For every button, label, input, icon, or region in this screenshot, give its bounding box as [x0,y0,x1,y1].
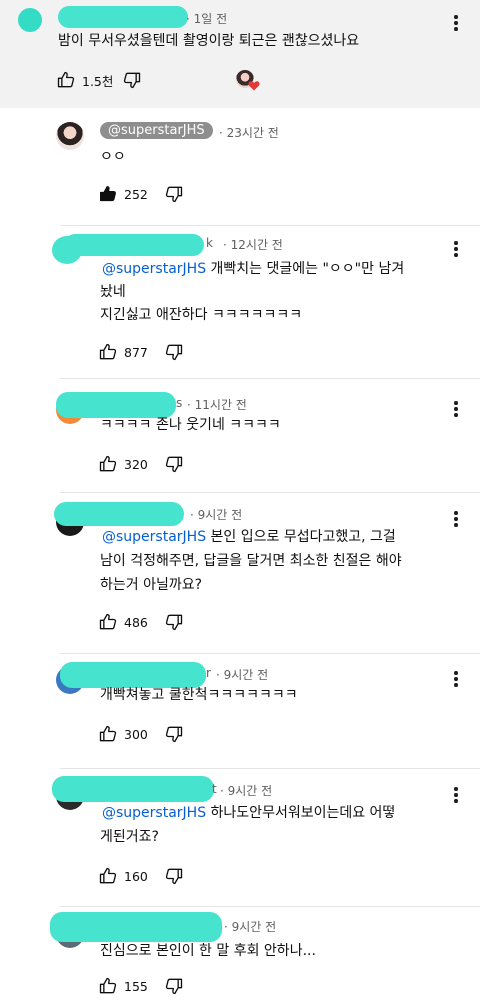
reply-text-line: @superstarJHS 본인 입으로 무섭다고했고, 그걸 [102,529,396,545]
like-count: 155 [124,978,148,994]
like-count: 486 [124,614,148,630]
reply-item: s · 11시간 전 ㅋㅋㅋㅋ 존나 웃기네 ㅋㅋㅋㅋ 320 [0,384,480,484]
username-fragment: s [176,396,183,410]
like-button[interactable]: 877 [98,342,148,362]
dislike-button[interactable] [164,866,184,886]
redacted-username [50,912,222,942]
divider [60,768,480,769]
reply-text-line: 남이 걱정해주면, 답글을 달거면 최소한 친절은 해야 [100,553,402,569]
redacted-username [58,6,188,28]
like-count: 877 [124,344,148,360]
comment-time: · 1일 전 [186,12,228,26]
reply-text: 개빡쳐놓고 쿨한척ㅋㅋㅋㅋㅋㅋㅋ [100,687,298,703]
thumbs-down-icon [122,70,142,90]
thumbs-down-icon [164,342,184,362]
reply-text: ㅇㅇ [100,149,126,165]
like-button[interactable]: 320 [98,454,148,474]
thumbs-up-icon [98,342,118,362]
divider [60,492,480,493]
dislike-button[interactable] [164,342,184,362]
reply-time: · 9시간 전 [220,784,273,798]
like-button[interactable]: 160 [98,866,148,886]
username-fragment: t [212,782,217,796]
comment-text: 밤이 무서우셨을텐데 촬영이랑 퇴근은 괜찮으셨나요 [58,33,360,49]
more-options-icon[interactable] [448,786,464,804]
avatar[interactable] [18,8,42,32]
like-button[interactable]: 155 [98,976,148,996]
reply-text-line: @superstarJHS 개빡치는 댓글에는 "ㅇㅇ"만 남겨 [102,261,405,277]
divider [60,906,480,907]
dislike-button[interactable] [164,976,184,996]
like-count: 320 [124,456,148,472]
reply-item: r · 9시간 전 개빡쳐놓고 쿨한척ㅋㅋㅋㅋㅋㅋㅋ 300 [0,656,480,766]
reply-time: · 12시간 전 [223,238,283,252]
thumbs-down-icon [164,612,184,632]
thumbs-up-icon [98,976,118,996]
creator-avatar[interactable] [56,122,84,150]
username-fragment: k [206,236,213,250]
redacted-username [52,776,214,802]
like-button[interactable]: 252 [98,184,148,204]
mention-link[interactable]: @superstarJHS [102,529,206,545]
thumbs-down-icon [164,866,184,886]
creator-heart-badge [236,70,260,92]
dislike-button[interactable] [122,70,142,90]
like-count: 160 [124,868,148,884]
mention-link[interactable]: @superstarJHS [102,261,206,277]
more-options-icon[interactable] [448,510,464,528]
thumbs-up-icon [98,724,118,744]
more-options-icon[interactable] [448,240,464,258]
dislike-button[interactable] [164,612,184,632]
like-button[interactable]: 1.5천 [56,70,113,90]
reply-text: ㅋㅋㅋㅋ 존나 웃기네 ㅋㅋㅋㅋ [100,417,281,433]
top-comment: · 1일 전 밤이 무서우셨을텐데 촬영이랑 퇴근은 괜찮으셨나요 1.5천 [0,0,480,108]
reply-time: · 23시간 전 [219,126,279,140]
more-options-icon[interactable] [448,670,464,688]
thumbs-up-icon [98,612,118,632]
redacted-username [54,502,184,526]
like-count: 300 [124,726,148,742]
mention-link[interactable]: @superstarJHS [102,805,206,821]
heart-icon [248,81,260,91]
reply-time: · 9시간 전 [190,508,243,522]
reply-item: · 9시간 전 @superstarJHS 본인 입으로 무섭다고했고, 그걸 … [0,496,480,652]
reply-time: · 9시간 전 [216,668,269,682]
reply-text-line: 하는거 아닐까요? [100,577,203,593]
reply-text-line: @superstarJHS 하나도안무서워보이는데요 어떻 [102,805,396,821]
reply-text-line: 게된거죠? [100,829,159,845]
reply-text: 진심으로 본인이 한 말 후회 안하나... [100,943,316,959]
reply-time: · 9시간 전 [224,920,277,934]
thumbs-up-icon [56,70,76,90]
more-options-icon[interactable] [448,400,464,418]
redacted-username [64,234,204,256]
username-fragment: r [206,666,211,680]
like-count: 252 [124,186,148,202]
thumbs-up-icon [98,866,118,886]
like-button[interactable]: 300 [98,724,148,744]
reply-item: @superstarJHS · 23시간 전 ㅇㅇ 252 [0,108,480,218]
reply-item: t · 9시간 전 @superstarJHS 하나도안무서워보이는데요 어떻 … [0,772,480,906]
thumbs-up-icon [98,454,118,474]
thumbs-down-icon [164,976,184,996]
reply-item: k · 12시간 전 @superstarJHS 개빡치는 댓글에는 "ㅇㅇ"만… [0,226,480,366]
reply-text-line: 지긴싫고 애잔하다 ㅋㅋㅋㅋㅋㅋㅋ [100,307,303,323]
like-button[interactable]: 486 [98,612,148,632]
thumbs-down-icon [164,454,184,474]
reply-item: · 9시간 전 진심으로 본인이 한 말 후회 안하나... 155 [0,910,480,1004]
thumbs-down-icon [164,184,184,204]
divider [60,378,480,379]
thumbs-up-filled-icon [98,184,118,204]
dislike-button[interactable] [164,454,184,474]
more-options-icon[interactable] [448,14,464,32]
reply-time: · 11시간 전 [187,398,247,412]
dislike-button[interactable] [164,184,184,204]
divider [60,653,480,654]
dislike-button[interactable] [164,724,184,744]
thumbs-down-icon [164,724,184,744]
creator-handle[interactable]: @superstarJHS [100,122,213,139]
reply-text-line: 놨네 [100,284,126,300]
like-count: 1.5천 [82,73,114,89]
